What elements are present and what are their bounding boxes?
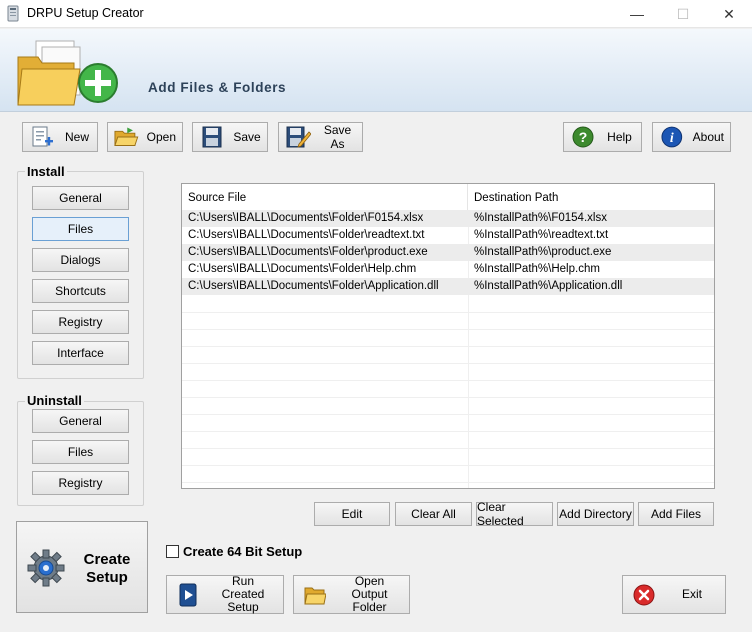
run-created-setup-label: Run Created Setup xyxy=(209,575,283,614)
install-interface-button[interactable]: Interface xyxy=(32,341,129,365)
new-label: New xyxy=(64,130,89,144)
svg-text:i: i xyxy=(670,130,674,145)
create-setup-label: Create Setup xyxy=(71,551,143,587)
open-button[interactable]: Open xyxy=(107,122,183,152)
edit-button[interactable]: Edit xyxy=(314,502,390,526)
about-label: About xyxy=(692,130,724,144)
clear-all-button[interactable]: Clear All xyxy=(395,502,472,526)
destination-cell: %InstallPath%\Application.dll xyxy=(474,280,623,292)
uninstall-registry-button[interactable]: Registry xyxy=(32,471,129,495)
minimize-button[interactable]: — xyxy=(614,0,660,28)
save-as-icon xyxy=(286,126,311,148)
install-files-button[interactable]: Files xyxy=(32,217,129,241)
open-output-folder-button[interactable]: Open Output Folder xyxy=(293,575,410,614)
install-general-button[interactable]: General xyxy=(32,186,129,210)
grid-line xyxy=(182,329,714,330)
files-table[interactable]: Source File Destination Path C:\Users\IB… xyxy=(181,183,715,489)
table-row[interactable]: C:\Users\IBALL\Documents\Folder\readtext… xyxy=(182,227,714,244)
page-title: Add Files & Folders xyxy=(148,80,287,95)
create-setup-button[interactable]: Create Setup xyxy=(16,521,148,613)
help-label: Help xyxy=(607,130,632,144)
gear-icon xyxy=(27,549,65,587)
table-header: Source File Destination Path xyxy=(182,184,714,212)
table-row[interactable]: C:\Users\IBALL\Documents\Folder\Help.chm… xyxy=(182,261,714,278)
grid-line xyxy=(182,312,714,313)
run-line1: Run Created xyxy=(221,574,265,601)
open-folder-icon xyxy=(114,127,139,147)
add-files-button[interactable]: Add Files xyxy=(638,502,714,526)
column-header-destination[interactable]: Destination Path xyxy=(468,184,714,212)
run-setup-icon xyxy=(179,583,197,606)
grid-line xyxy=(182,397,714,398)
install-shortcuts-button[interactable]: Shortcuts xyxy=(32,279,129,303)
new-document-icon xyxy=(32,126,53,147)
destination-cell: %InstallPath%\F0154.xlsx xyxy=(474,212,607,224)
header-banner: Add Files & Folders xyxy=(0,29,752,112)
source-cell: C:\Users\IBALL\Documents\Folder\readtext… xyxy=(188,229,425,241)
exit-button[interactable]: Exit xyxy=(622,575,726,614)
source-cell: C:\Users\IBALL\Documents\Folder\F0154.xl… xyxy=(188,212,424,224)
uninstall-files-button[interactable]: Files xyxy=(32,440,129,464)
install-dialogs-button[interactable]: Dialogs xyxy=(32,248,129,272)
table-row[interactable]: C:\Users\IBALL\Documents\Folder\product.… xyxy=(182,244,714,261)
install-registry-button[interactable]: Registry xyxy=(32,310,129,334)
maximize-button[interactable]: ☐ xyxy=(660,0,706,28)
install-group-label: Install xyxy=(25,164,67,179)
exit-label: Exit xyxy=(681,587,702,601)
grid-line xyxy=(182,363,714,364)
save-button[interactable]: Save xyxy=(192,122,268,152)
source-cell: C:\Users\IBALL\Documents\Folder\product.… xyxy=(188,246,428,258)
create-64bit-checkbox[interactable] xyxy=(166,545,179,558)
uninstall-group-label: Uninstall xyxy=(25,393,84,408)
title-bar: DRPU Setup Creator — ☐ ✕ xyxy=(0,0,752,28)
window-title: DRPU Setup Creator xyxy=(27,6,144,20)
help-icon: ? xyxy=(572,126,594,148)
create-setup-line1: Create xyxy=(83,551,131,568)
run-line2: Setup xyxy=(227,600,259,614)
run-created-setup-button[interactable]: Run Created Setup xyxy=(166,575,284,614)
folder-icon xyxy=(304,587,326,604)
app-icon xyxy=(7,5,19,22)
source-cell: C:\Users\IBALL\Documents\Folder\Help.chm xyxy=(188,263,417,275)
source-cell: C:\Users\IBALL\Documents\Folder\Applicat… xyxy=(188,280,439,292)
save-label: Save xyxy=(233,130,261,144)
help-button[interactable]: ? Help xyxy=(563,122,642,152)
exit-icon xyxy=(633,584,655,605)
destination-cell: %InstallPath%\readtext.txt xyxy=(474,229,609,241)
open-output-line2: Folder xyxy=(352,600,387,614)
grid-line xyxy=(182,346,714,347)
info-icon: i xyxy=(661,126,683,148)
destination-cell: %InstallPath%\product.exe xyxy=(474,246,612,258)
clear-selected-button[interactable]: Clear Selected xyxy=(476,500,553,528)
add-directory-button[interactable]: Add Directory xyxy=(557,502,634,526)
table-row[interactable]: C:\Users\IBALL\Documents\Folder\F0154.xl… xyxy=(182,210,714,227)
about-button[interactable]: i About xyxy=(652,122,731,152)
uninstall-general-button[interactable]: General xyxy=(32,409,129,433)
close-button[interactable]: ✕ xyxy=(706,0,752,28)
create-64bit-label[interactable]: Create 64 Bit Setup xyxy=(183,544,302,559)
open-output-line1: Open Output xyxy=(351,574,388,601)
grid-line xyxy=(182,465,714,466)
column-header-source[interactable]: Source File xyxy=(182,184,468,212)
add-folder-icon xyxy=(17,40,118,106)
open-label: Open xyxy=(146,130,176,144)
new-button[interactable]: New xyxy=(22,122,98,152)
grid-line xyxy=(182,482,714,483)
grid-line xyxy=(182,448,714,449)
floppy-disk-icon xyxy=(202,126,222,148)
destination-cell: %InstallPath%\Help.chm xyxy=(474,263,600,275)
table-row[interactable]: C:\Users\IBALL\Documents\Folder\Applicat… xyxy=(182,278,714,295)
svg-text:?: ? xyxy=(579,129,588,145)
create-setup-line2: Setup xyxy=(86,569,128,586)
grid-line xyxy=(182,431,714,432)
save-as-button[interactable]: Save As xyxy=(278,122,363,152)
save-as-label: Save As xyxy=(323,123,352,151)
open-output-folder-label: Open Output Folder xyxy=(336,575,409,614)
grid-line xyxy=(182,414,714,415)
grid-line xyxy=(182,380,714,381)
